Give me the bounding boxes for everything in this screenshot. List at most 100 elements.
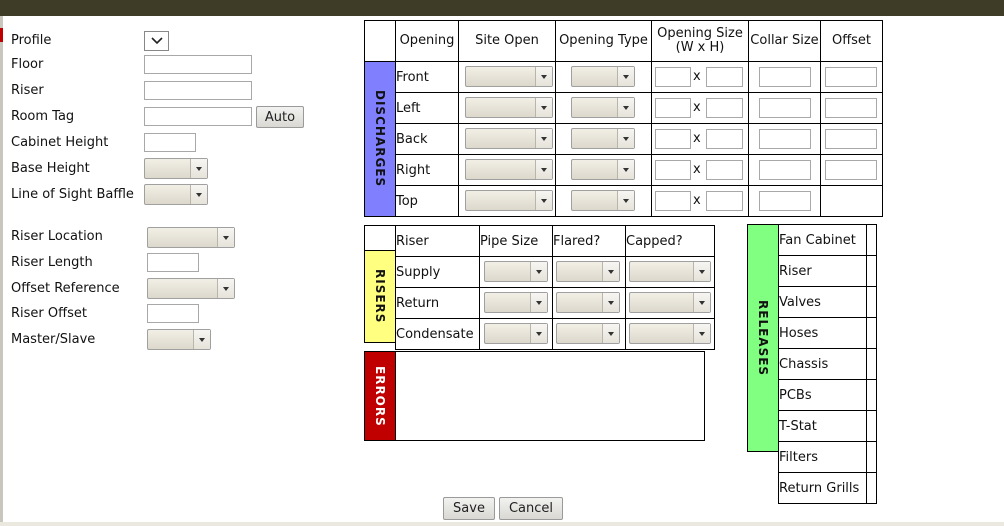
dropdown-arrow-icon — [693, 262, 710, 281]
profile-select[interactable] — [144, 31, 169, 51]
opening-type-select[interactable] — [571, 128, 635, 149]
errors-side-label: ERRORS — [364, 351, 396, 441]
offset-input[interactable] — [825, 160, 877, 180]
offset-cell-empty — [820, 185, 883, 217]
release-item-hoses: Hoses — [778, 317, 867, 349]
site-open-select[interactable] — [465, 159, 553, 180]
opening-type-select[interactable] — [571, 159, 635, 180]
discharge-row-front: Front x — [395, 61, 883, 93]
site-open-header: Site Open — [458, 20, 556, 62]
room-tag-label: Room Tag — [11, 109, 75, 124]
release-row: Valves — [778, 286, 877, 318]
collar-size-input[interactable] — [759, 67, 811, 87]
release-row: Chassis — [778, 348, 877, 380]
window-title-bar — [0, 0, 1004, 16]
collar-size-input[interactable] — [759, 160, 811, 180]
dropdown-arrow-icon — [693, 324, 710, 343]
site-open-select[interactable] — [465, 66, 553, 87]
riser-length-label: Riser Length — [11, 255, 93, 270]
dropdown-arrow-icon — [617, 98, 634, 117]
discharge-row-label: Left — [395, 92, 459, 124]
opening-type-select[interactable] — [571, 66, 635, 87]
opening-width-input[interactable] — [655, 191, 691, 211]
release-row: Hoses — [778, 317, 877, 349]
offset-reference-select[interactable] — [147, 278, 235, 299]
offset-input[interactable] — [825, 67, 877, 87]
room-tag-input[interactable] — [144, 107, 252, 126]
site-open-select[interactable] — [465, 190, 553, 211]
release-checkbox[interactable] — [866, 255, 877, 287]
opening-type-header: Opening Type — [555, 20, 652, 62]
save-button[interactable]: Save — [443, 497, 495, 520]
capped-select[interactable] — [629, 261, 711, 282]
pipe-size-select[interactable] — [484, 323, 548, 344]
release-checkbox[interactable] — [866, 317, 877, 349]
base-height-select[interactable] — [144, 158, 208, 179]
risers-header-corner — [364, 225, 396, 251]
line-of-sight-baffle-select[interactable] — [144, 184, 208, 205]
opening-height-input[interactable] — [706, 160, 743, 180]
dropdown-arrow-icon — [530, 324, 547, 343]
riser-input[interactable] — [144, 81, 252, 100]
floor-label: Floor — [11, 57, 44, 72]
collar-size-input[interactable] — [759, 98, 811, 118]
cabinet-height-label: Cabinet Height — [11, 135, 109, 150]
dropdown-arrow-icon — [217, 279, 234, 298]
pipe-size-select[interactable] — [484, 261, 548, 282]
opening-height-input[interactable] — [706, 67, 743, 87]
times-sign: x — [693, 193, 701, 208]
opening-width-input[interactable] — [655, 67, 691, 87]
floor-input[interactable] — [144, 55, 252, 74]
discharge-row-label: Back — [395, 123, 459, 155]
dropdown-arrow-icon — [617, 67, 634, 86]
opening-height-input[interactable] — [706, 98, 743, 118]
offset-header: Offset — [820, 20, 883, 62]
flared-select[interactable] — [556, 323, 620, 344]
release-checkbox[interactable] — [866, 224, 877, 256]
release-checkbox[interactable] — [866, 286, 877, 318]
flared-select[interactable] — [556, 292, 620, 313]
auto-button[interactable]: Auto — [256, 106, 304, 128]
cancel-button[interactable]: Cancel — [499, 497, 563, 520]
cabinet-height-input[interactable] — [144, 133, 196, 152]
site-open-select[interactable] — [465, 128, 553, 149]
opening-width-input[interactable] — [655, 98, 691, 118]
offset-input[interactable] — [825, 98, 877, 118]
collar-size-input[interactable] — [759, 191, 811, 211]
release-checkbox[interactable] — [866, 348, 877, 380]
opening-height-input[interactable] — [706, 129, 743, 149]
discharges-table: Opening Site Open Opening Type Opening S… — [395, 20, 883, 217]
opening-height-input[interactable] — [706, 191, 743, 211]
riser-label: Riser — [11, 83, 44, 98]
riser-length-input[interactable] — [147, 253, 199, 272]
riser-offset-input[interactable] — [147, 304, 199, 323]
release-item-chassis: Chassis — [778, 348, 867, 380]
bottom-edge — [0, 522, 1004, 526]
capped-select[interactable] — [629, 292, 711, 313]
opening-type-select[interactable] — [571, 190, 635, 211]
release-item-filters: Filters — [778, 441, 867, 473]
line-of-sight-baffle-label: Line of Sight Baffle — [11, 187, 134, 202]
release-row: Fan Cabinet — [778, 224, 877, 256]
release-checkbox[interactable] — [866, 379, 877, 411]
flared-select[interactable] — [556, 261, 620, 282]
master-slave-select[interactable] — [147, 329, 211, 350]
opening-type-select[interactable] — [571, 97, 635, 118]
capped-select[interactable] — [629, 323, 711, 344]
errors-panel — [395, 351, 705, 441]
collar-size-input[interactable] — [759, 129, 811, 149]
opening-width-input[interactable] — [655, 160, 691, 180]
discharge-row-label: Top — [395, 185, 459, 217]
riser-row-supply: Supply — [395, 256, 715, 288]
release-checkbox[interactable] — [866, 472, 877, 504]
opening-size-header: Opening Size (W x H) — [651, 20, 749, 62]
release-checkbox[interactable] — [866, 410, 877, 442]
dropdown-arrow-icon — [535, 129, 552, 148]
pipe-size-select[interactable] — [484, 292, 548, 313]
offset-input[interactable] — [825, 129, 877, 149]
site-open-select[interactable] — [465, 97, 553, 118]
release-item-valves: Valves — [778, 286, 867, 318]
opening-width-input[interactable] — [655, 129, 691, 149]
release-checkbox[interactable] — [866, 441, 877, 473]
riser-location-select[interactable] — [147, 227, 235, 248]
